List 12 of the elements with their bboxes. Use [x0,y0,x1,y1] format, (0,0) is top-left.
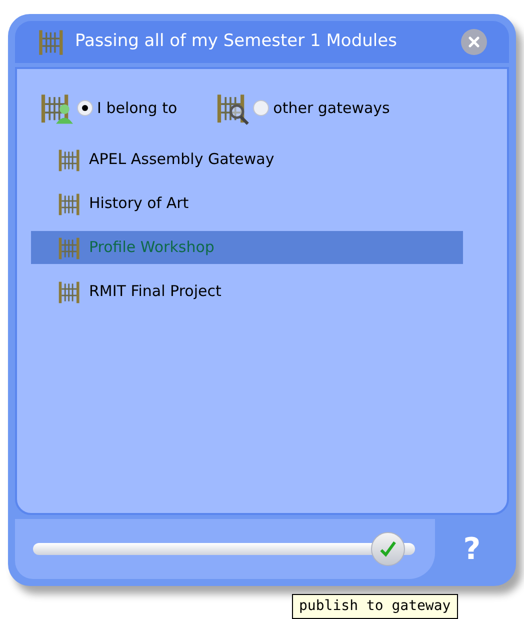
window-title: Passing all of my Semester 1 Modules [75,30,398,54]
gateway-item[interactable]: History of Art [31,187,463,220]
close-icon [468,36,480,48]
gateway-item[interactable]: APEL Assembly Gateway [31,143,463,176]
publish-slider[interactable] [33,532,415,566]
close-button[interactable] [461,29,487,55]
radio-option[interactable]: I belong to [77,96,178,120]
checkmark-icon [379,540,398,558]
radio-option[interactable]: other gateways [253,96,390,120]
slider-thumb[interactable] [371,532,406,566]
tooltip: publish to gateway [292,594,458,619]
gateway-item[interactable]: RMIT Final Project [31,275,463,308]
